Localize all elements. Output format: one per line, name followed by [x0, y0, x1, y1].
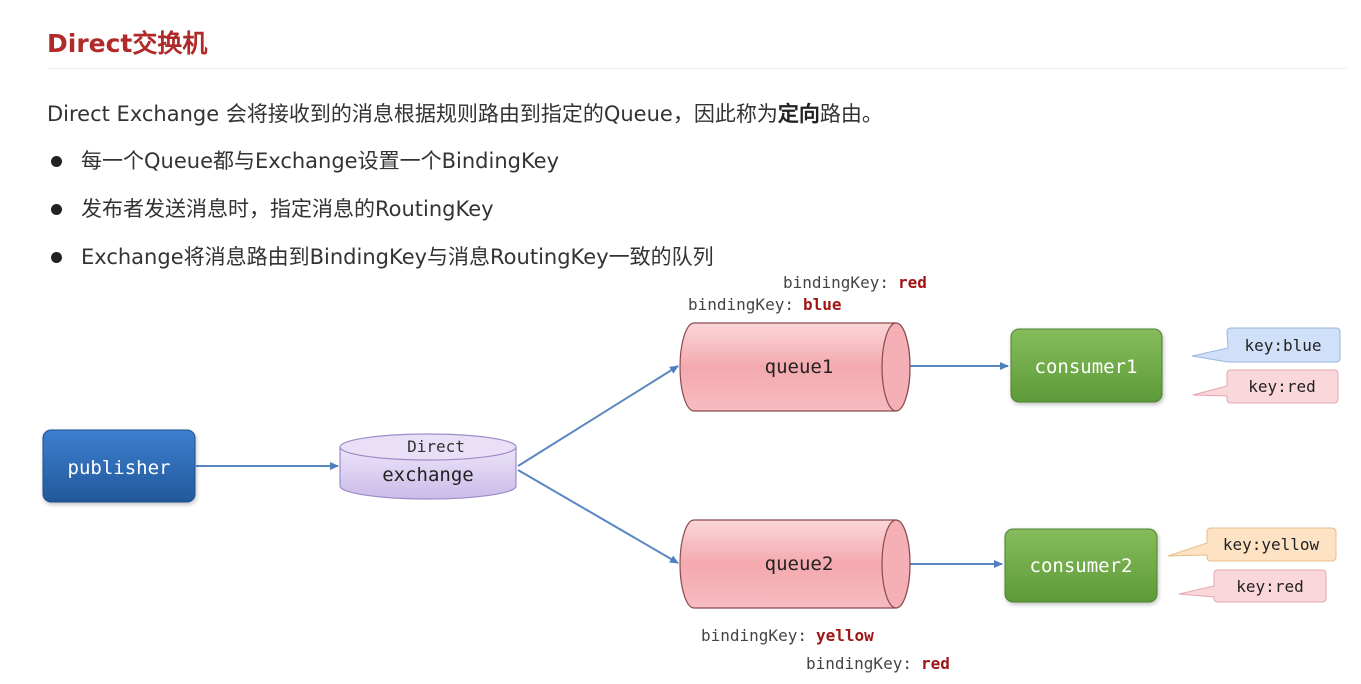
binding-key-prefix: bindingKey: — [783, 273, 889, 292]
queue1-binding-key: bindingKey: blue — [688, 295, 842, 314]
exchange-label: exchange — [382, 464, 474, 486]
exchange-type-label: Direct — [407, 437, 465, 456]
queue2-label: queue2 — [765, 553, 834, 575]
arrow-exchange-to-queue2 — [517, 469, 679, 564]
binding-key-prefix: bindingKey: — [806, 654, 912, 673]
binding-key-value: red — [898, 273, 927, 292]
queue2-binding-key: bindingKey: yellow — [701, 626, 874, 645]
queue2-binding-key: bindingKey: red — [806, 654, 950, 673]
binding-key-prefix: bindingKey: — [701, 626, 807, 645]
binding-key-prefix: bindingKey: — [688, 295, 794, 314]
consumer2-key-text: key:red — [1236, 577, 1303, 596]
binding-key-value: red — [921, 654, 950, 673]
consumer1-label: consumer1 — [1035, 356, 1138, 378]
consumer1-key-text: key:blue — [1244, 336, 1321, 355]
arrow-exchange-to-queue1 — [517, 365, 679, 467]
consumer2-key-text: key:yellow — [1223, 535, 1320, 554]
binding-key-value: yellow — [816, 626, 874, 645]
routing-diagram: publisher Direct exchange queue1 queue2 … — [42, 273, 1341, 673]
queue1-label: queue1 — [765, 356, 834, 378]
queue1-binding-key: bindingKey: red — [783, 273, 927, 292]
consumer1-key-text: key:red — [1248, 377, 1315, 396]
consumer2-label: consumer2 — [1030, 555, 1133, 577]
publisher-label: publisher — [68, 457, 171, 479]
binding-key-value: blue — [803, 295, 842, 314]
